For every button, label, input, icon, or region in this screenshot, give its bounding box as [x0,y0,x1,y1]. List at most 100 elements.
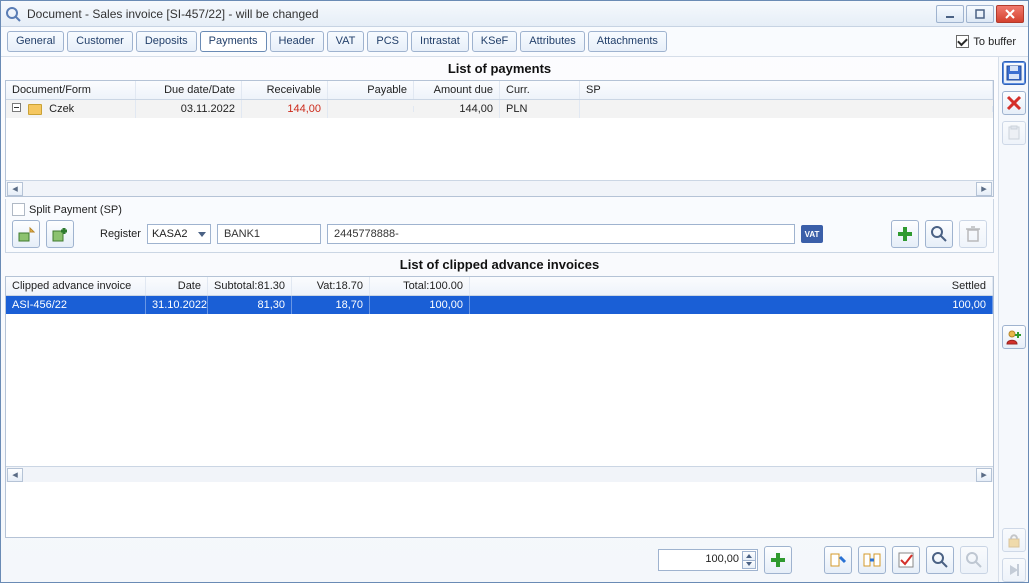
col-clipped-vat[interactable]: Vat:18.70 [292,277,370,295]
payments-toolbar: Split Payment (SP) Register KASA2 BANK1 [5,199,994,253]
tree-collapse-icon[interactable] [12,103,21,112]
cell-form: Czek [6,100,136,118]
clipboard-button[interactable] [1002,121,1026,145]
scroll-right-icon[interactable]: ▸ [976,468,992,482]
bank-field[interactable]: BANK1 [217,224,321,244]
tab-ksef[interactable]: KSeF [472,31,518,52]
to-buffer-checkbox[interactable]: To buffer [956,35,1022,48]
value-text: 100,00 [705,553,739,565]
register-select[interactable]: KASA2 [147,224,211,244]
cell-form-text: Czek [49,103,74,115]
scroll-right-icon[interactable]: ▸ [976,182,992,196]
col-clipped-total[interactable]: Total:100.00 [370,277,470,295]
cell-amount-due: 144,00 [414,100,500,118]
bottom-toolbar: 100,00 [5,540,994,576]
col-clipped-settled[interactable]: Settled [470,277,993,295]
window-title: Document - Sales invoice [SI-457/22] - w… [27,7,936,21]
add-payment-plus-button[interactable] [46,220,74,248]
tab-attributes[interactable]: Attributes [520,31,584,52]
register-label: Register [100,228,141,240]
col-due-date[interactable]: Due date/Date [136,81,242,99]
folder-icon [28,104,42,115]
magnify-button[interactable] [926,546,954,574]
add-button[interactable] [891,220,919,248]
checkbox-icon [956,35,969,48]
vat-badge-button[interactable]: VAT [801,225,823,243]
clipped-row[interactable]: ASI-456/22 31.10.2022 81,30 18,70 100,00… [6,296,993,314]
link-docs-button[interactable] [858,546,886,574]
tab-payments[interactable]: Payments [200,31,267,52]
clipped-header: Clipped advance invoice Date Subtotal:81… [6,277,993,296]
col-clipped-date[interactable]: Date [146,277,208,295]
tab-customer[interactable]: Customer [67,31,133,52]
chevron-down-icon [198,232,206,237]
clipped-hscroll[interactable]: ◂ ▸ [6,466,993,482]
scroll-left-icon[interactable]: ◂ [7,468,23,482]
to-buffer-label: To buffer [973,36,1016,48]
col-document-form[interactable]: Document/Form [6,81,136,99]
tab-intrastat[interactable]: Intrastat [411,31,469,52]
window-buttons [936,5,1024,23]
col-curr[interactable]: Curr. [500,81,580,99]
cell-due-date: 03.11.2022 [136,100,242,118]
cell-payable [328,106,414,112]
check-doc-button[interactable] [892,546,920,574]
checkbox-icon [12,203,25,216]
split-payment-checkbox[interactable]: Split Payment (SP) [12,203,987,216]
value-spinner[interactable] [742,551,756,569]
value-input[interactable]: 100,00 [658,549,758,571]
link-doc-button[interactable] [824,546,852,574]
col-clipped-subtotal[interactable]: Subtotal:81.30 [208,277,292,295]
cell-date: 31.10.2022 [146,296,208,314]
minimize-button[interactable] [936,5,964,23]
tab-vat[interactable]: VAT [327,31,365,52]
payment-row[interactable]: Czek 03.11.2022 144,00 144,00 PLN [6,100,993,118]
account-field[interactable]: 2445778888- [327,224,795,244]
clipped-body: ASI-456/22 31.10.2022 81,30 18,70 100,00… [6,296,993,466]
cell-subtotal: 81,30 [208,296,292,314]
cell-receivable: 144,00 [242,100,328,118]
tab-attachments[interactable]: Attachments [588,31,667,52]
maximize-button[interactable] [966,5,994,23]
user-add-button[interactable] [1002,325,1026,349]
import-payment-button[interactable] [12,220,40,248]
close-button[interactable] [996,5,1024,23]
magnify-disabled-button[interactable] [960,546,988,574]
tab-header[interactable]: Header [270,31,324,52]
cell-total: 100,00 [370,296,470,314]
payments-hscroll[interactable]: ◂ ▸ [6,180,993,196]
spin-down-icon[interactable] [742,560,756,570]
delete-button[interactable] [959,220,987,248]
col-receivable[interactable]: Receivable [242,81,328,99]
bottom-add-button[interactable] [764,546,792,574]
register-row: Register KASA2 BANK1 2445778888- VAT [12,220,987,248]
tabs-row: General Customer Deposits Payments Heade… [1,27,1028,57]
tab-general[interactable]: General [7,31,64,52]
col-payable[interactable]: Payable [328,81,414,99]
col-amount-due[interactable]: Amount due [414,81,500,99]
cell-settled: 100,00 [470,296,993,314]
payments-grid: Document/Form Due date/Date Receivable P… [5,80,994,197]
save-button[interactable] [1002,61,1026,85]
lock-button[interactable] [1002,528,1026,552]
cell-sp [580,106,993,112]
cancel-button[interactable] [1002,91,1026,115]
split-payment-label: Split Payment (SP) [29,204,122,216]
tabs: General Customer Deposits Payments Heade… [7,31,956,52]
col-clipped-invoice[interactable]: Clipped advance invoice [6,277,146,295]
app-icon [5,6,21,22]
cell-curr: PLN [500,100,580,118]
titlebar: Document - Sales invoice [SI-457/22] - w… [1,1,1028,27]
tab-pcs[interactable]: PCS [367,31,408,52]
col-sp[interactable]: SP [580,81,993,99]
body: List of payments Document/Form Due date/… [1,57,1028,582]
tab-deposits[interactable]: Deposits [136,31,197,52]
next-button[interactable] [1002,558,1026,582]
side-column [998,57,1028,582]
spin-up-icon[interactable] [742,551,756,560]
view-button[interactable] [925,220,953,248]
payments-header: Document/Form Due date/Date Receivable P… [6,81,993,100]
window-root: Document - Sales invoice [SI-457/22] - w… [0,0,1029,583]
scroll-left-icon[interactable]: ◂ [7,182,23,196]
clipped-title: List of clipped advance invoices [5,255,994,274]
